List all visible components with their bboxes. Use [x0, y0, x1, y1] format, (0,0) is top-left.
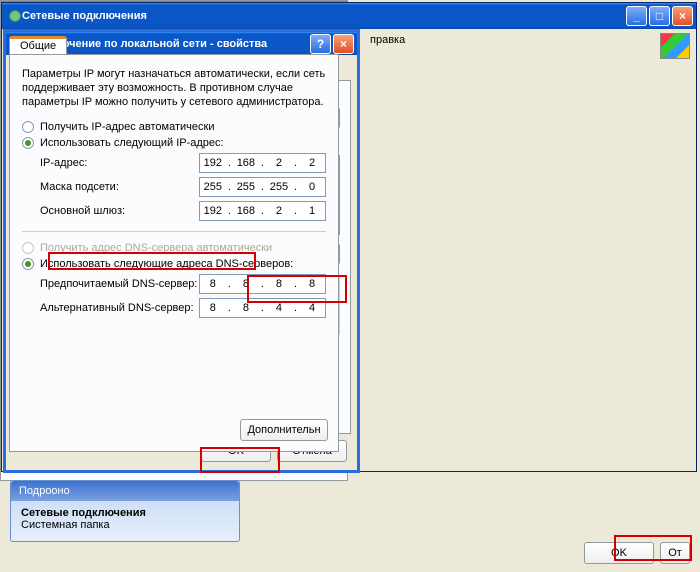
lan-close-button[interactable]: × — [333, 34, 354, 54]
ip-octet[interactable]: 1 — [299, 205, 325, 217]
radio-manual-dns[interactable] — [22, 258, 34, 270]
menu-help[interactable]: правка — [370, 34, 405, 46]
radio-auto-ip[interactable] — [22, 121, 34, 133]
advanced-button[interactable]: Дополнительн — [240, 419, 328, 441]
radio-manual-ip[interactable] — [22, 137, 34, 149]
radio-auto-dns — [22, 242, 34, 254]
highlight-tcpip-item — [48, 252, 256, 270]
titlebar[interactable]: Сетевые подключения _ □ × — [2, 3, 696, 29]
mask-label: Маска подсети: — [40, 181, 199, 193]
ip-octet[interactable]: 255 — [266, 181, 292, 193]
ip-octet[interactable]: 8 — [200, 302, 226, 314]
tcp-tab-general[interactable]: Общие — [9, 36, 67, 55]
ip-octet[interactable]: 168 — [233, 205, 259, 217]
ip-octet[interactable]: 255 — [200, 181, 226, 193]
lan-title: Подключение по локальной сети - свойства — [26, 38, 308, 50]
ip-octet[interactable]: 2 — [299, 157, 325, 169]
details-panel: Подрооно Сетевые подключения Системная п… — [10, 480, 240, 542]
dns1-label: Предпочитаемый DNS-сервер: — [40, 278, 199, 290]
network-icon — [8, 9, 22, 23]
tcpip-properties-dialog: Свойства: Протокол Интернета (TCP/IP) Об… — [0, 0, 348, 481]
ip-octet[interactable]: 255 — [233, 181, 259, 193]
highlight-properties-button — [247, 275, 347, 303]
minimize-button[interactable]: _ — [626, 6, 647, 26]
close-button[interactable]: × — [672, 6, 693, 26]
ip-octet[interactable]: 4 — [266, 302, 292, 314]
tcp-info: Параметры IP могут назначаться автоматич… — [22, 67, 326, 109]
radio-auto-ip-label: Получить IP-адрес автоматически — [40, 121, 214, 133]
ip-octet[interactable]: 2 — [266, 205, 292, 217]
ip-octet[interactable]: 0 — [299, 181, 325, 193]
gw-field[interactable]: 192. 168. 2. 1 — [199, 201, 326, 221]
mask-field[interactable]: 255. 255. 255. 0 — [199, 177, 326, 197]
windows-flag-icon — [660, 33, 690, 59]
ip-octet[interactable]: 168 — [233, 157, 259, 169]
dns2-label: Альтернативный DNS-сервер: — [40, 302, 199, 314]
help-button[interactable]: ? — [310, 34, 331, 54]
ip-octet[interactable]: 4 — [299, 302, 325, 314]
ip-octet[interactable]: 8 — [200, 278, 226, 290]
highlight-tcp-ok — [614, 535, 692, 561]
ip-octet[interactable]: 192 — [200, 157, 226, 169]
maximize-button[interactable]: □ — [649, 6, 670, 26]
details-title: Сетевые подключения — [21, 507, 229, 519]
details-sub: Системная папка — [21, 519, 229, 531]
gw-label: Основной шлюз: — [40, 205, 199, 217]
ip-octet[interactable]: 192 — [200, 205, 226, 217]
highlight-lan-ok — [200, 447, 280, 473]
ip-octet[interactable]: 8 — [233, 302, 259, 314]
details-header[interactable]: Подрооно — [11, 481, 239, 501]
ip-field[interactable]: 192. 168. 2. 2 — [199, 153, 326, 173]
window-title: Сетевые подключения — [22, 10, 624, 22]
ip-octet[interactable]: 2 — [266, 157, 292, 169]
radio-manual-ip-label: Использовать следующий IP-адрес: — [40, 137, 224, 149]
ip-label: IP-адрес: — [40, 157, 199, 169]
